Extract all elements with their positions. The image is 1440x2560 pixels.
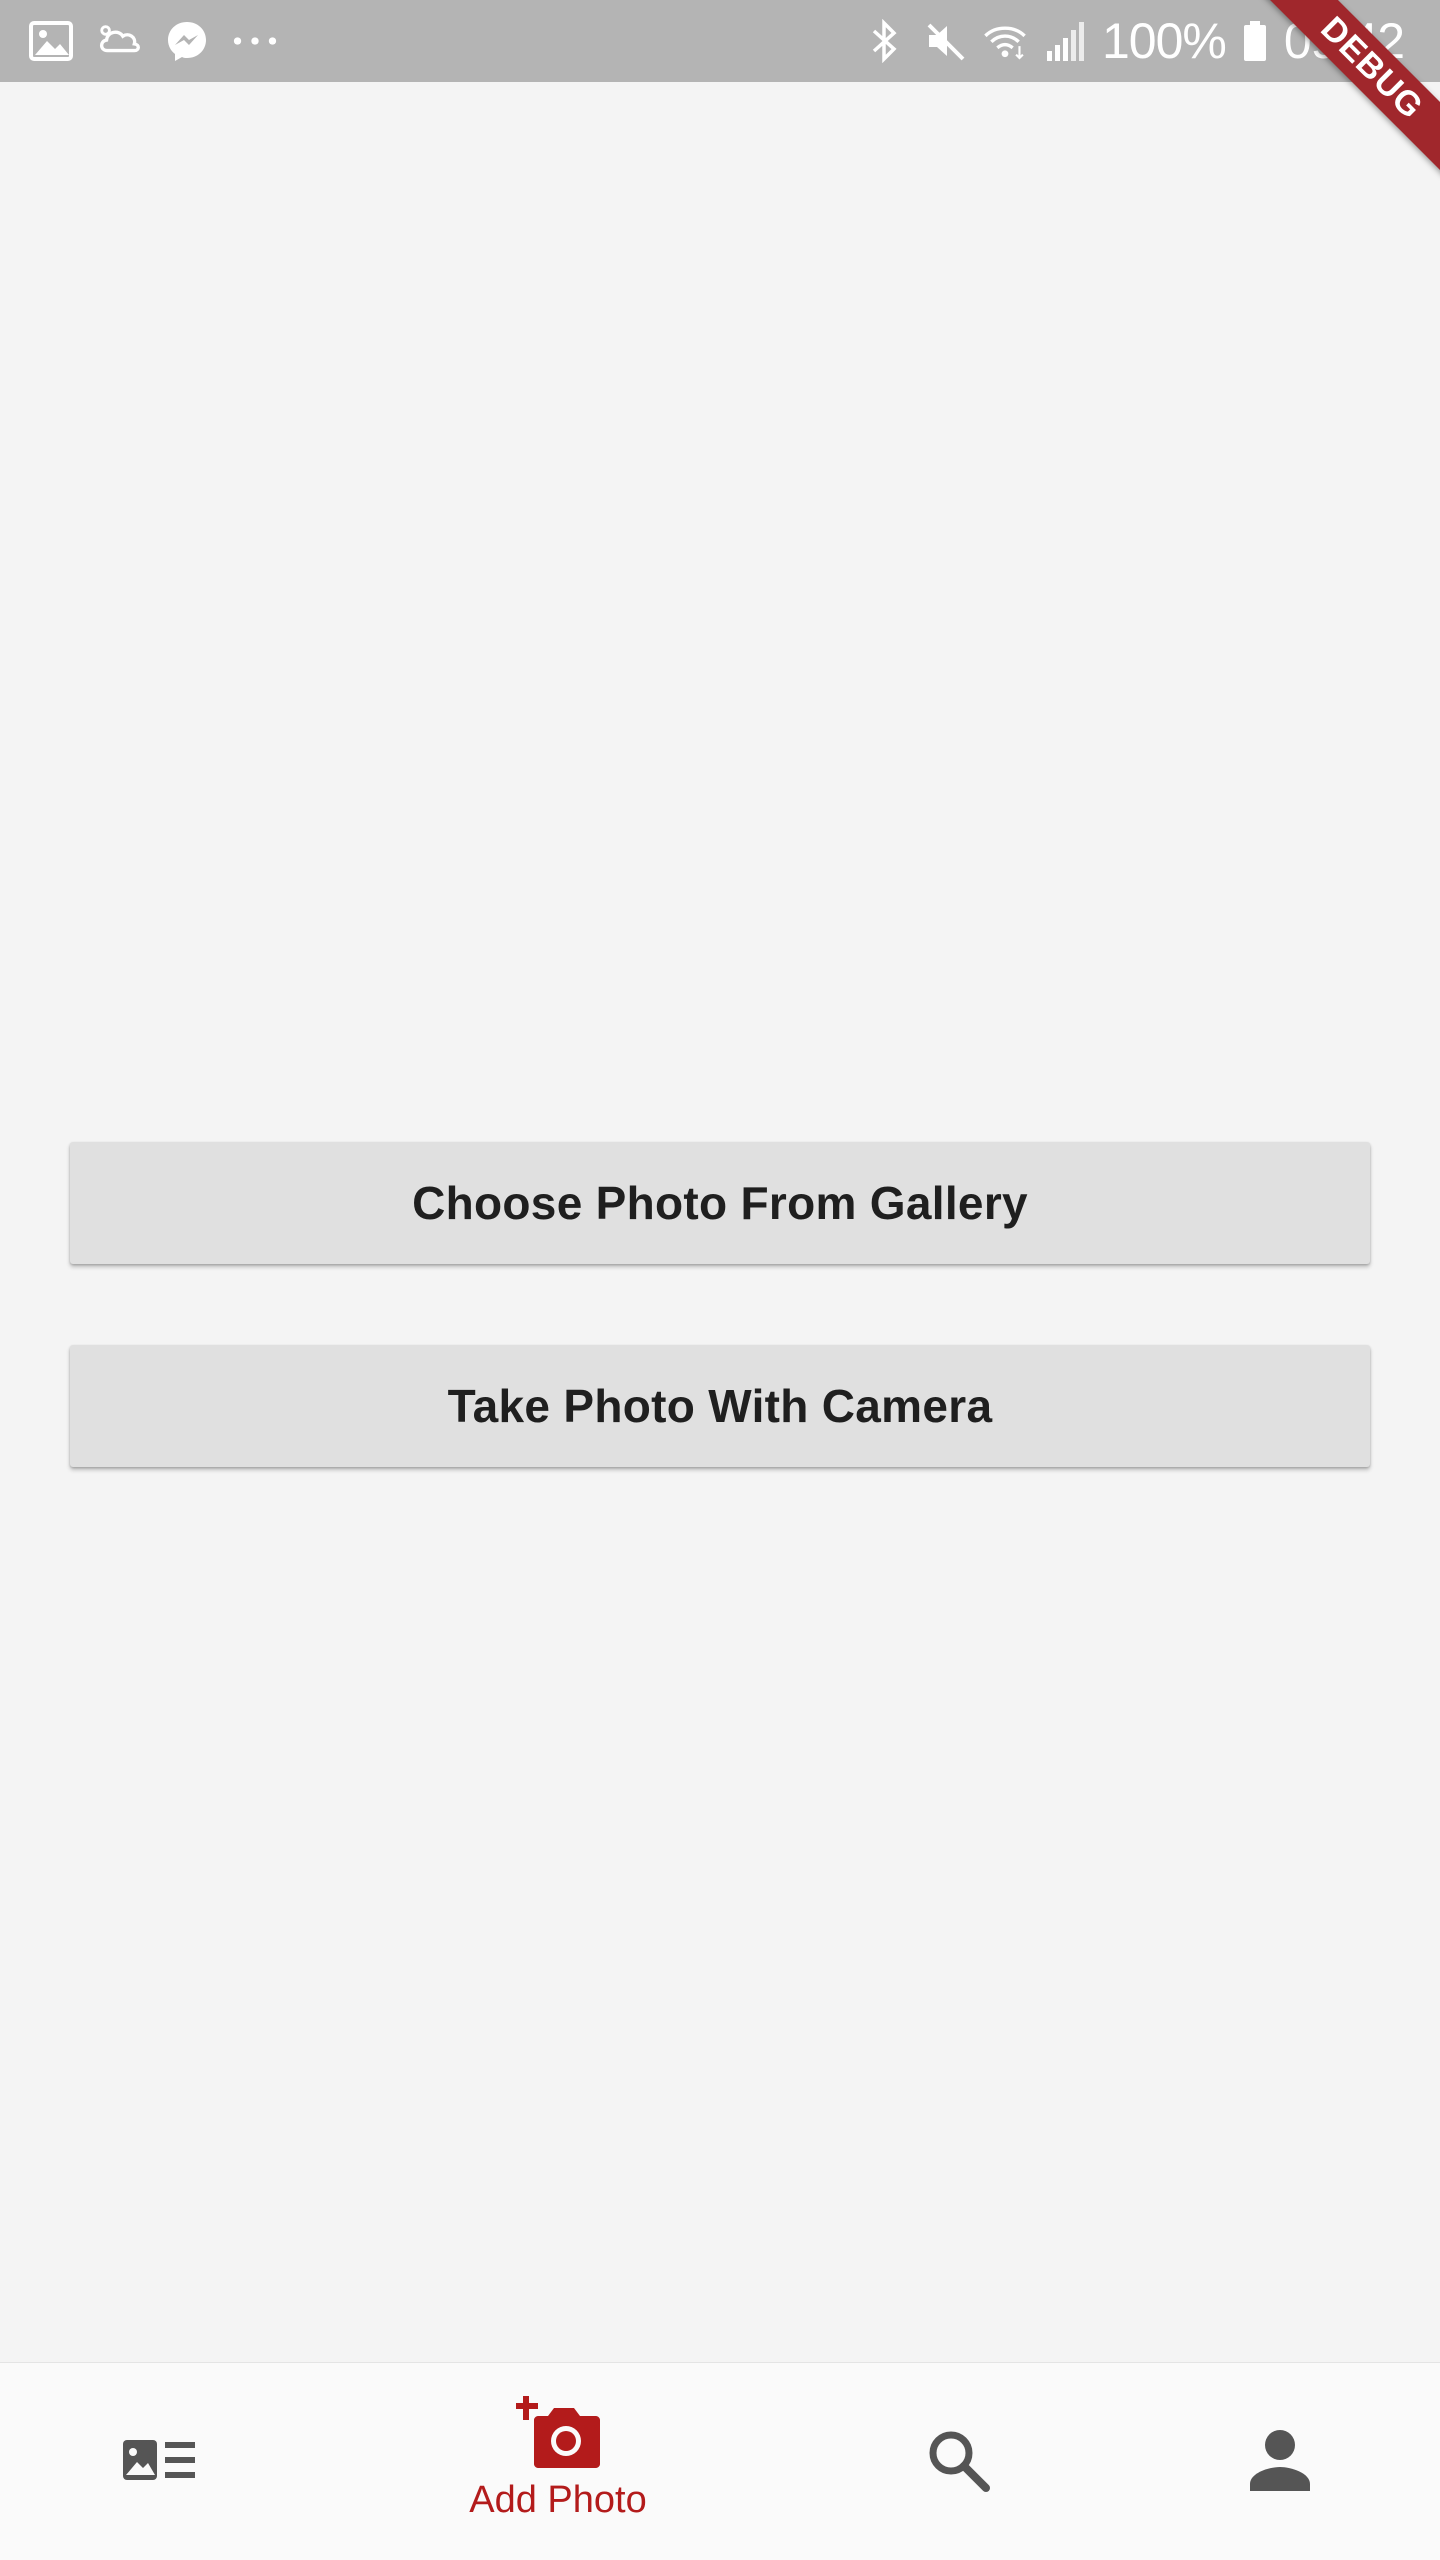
nav-item-feed[interactable] <box>60 2363 260 2560</box>
feed-icon <box>123 2439 197 2485</box>
status-bar: 100% 09:42 <box>0 0 1440 82</box>
status-left-icons <box>28 16 278 66</box>
choose-from-gallery-button[interactable]: Choose Photo From Gallery <box>70 1142 1370 1264</box>
mute-icon <box>922 18 968 64</box>
nav-item-profile[interactable] <box>1180 2363 1380 2560</box>
take-photo-camera-button[interactable]: Take Photo With Camera <box>70 1345 1370 1467</box>
signal-icon <box>1042 18 1088 64</box>
add-photo-icon <box>516 2394 600 2473</box>
search-icon <box>926 2428 990 2497</box>
more-dots-icon <box>232 18 278 64</box>
wifi-icon <box>982 18 1028 64</box>
battery-icon <box>1240 18 1270 64</box>
profile-icon <box>1249 2429 1311 2496</box>
gallery-notification-icon <box>28 18 74 64</box>
nav-item-search[interactable] <box>858 2363 1058 2560</box>
bluetooth-icon <box>862 18 908 64</box>
cloud-notification-icon <box>96 18 142 64</box>
screen: 100% 09:42 DEBUG Choose Photo From Galle… <box>0 0 1440 2560</box>
battery-percent: 100% <box>1101 13 1227 69</box>
messenger-icon <box>164 18 210 64</box>
bottom-navigation: Add Photo <box>0 2362 1440 2560</box>
nav-item-add-photo[interactable]: Add Photo <box>458 2363 658 2560</box>
nav-label-add-photo: Add Photo <box>469 2479 647 2521</box>
